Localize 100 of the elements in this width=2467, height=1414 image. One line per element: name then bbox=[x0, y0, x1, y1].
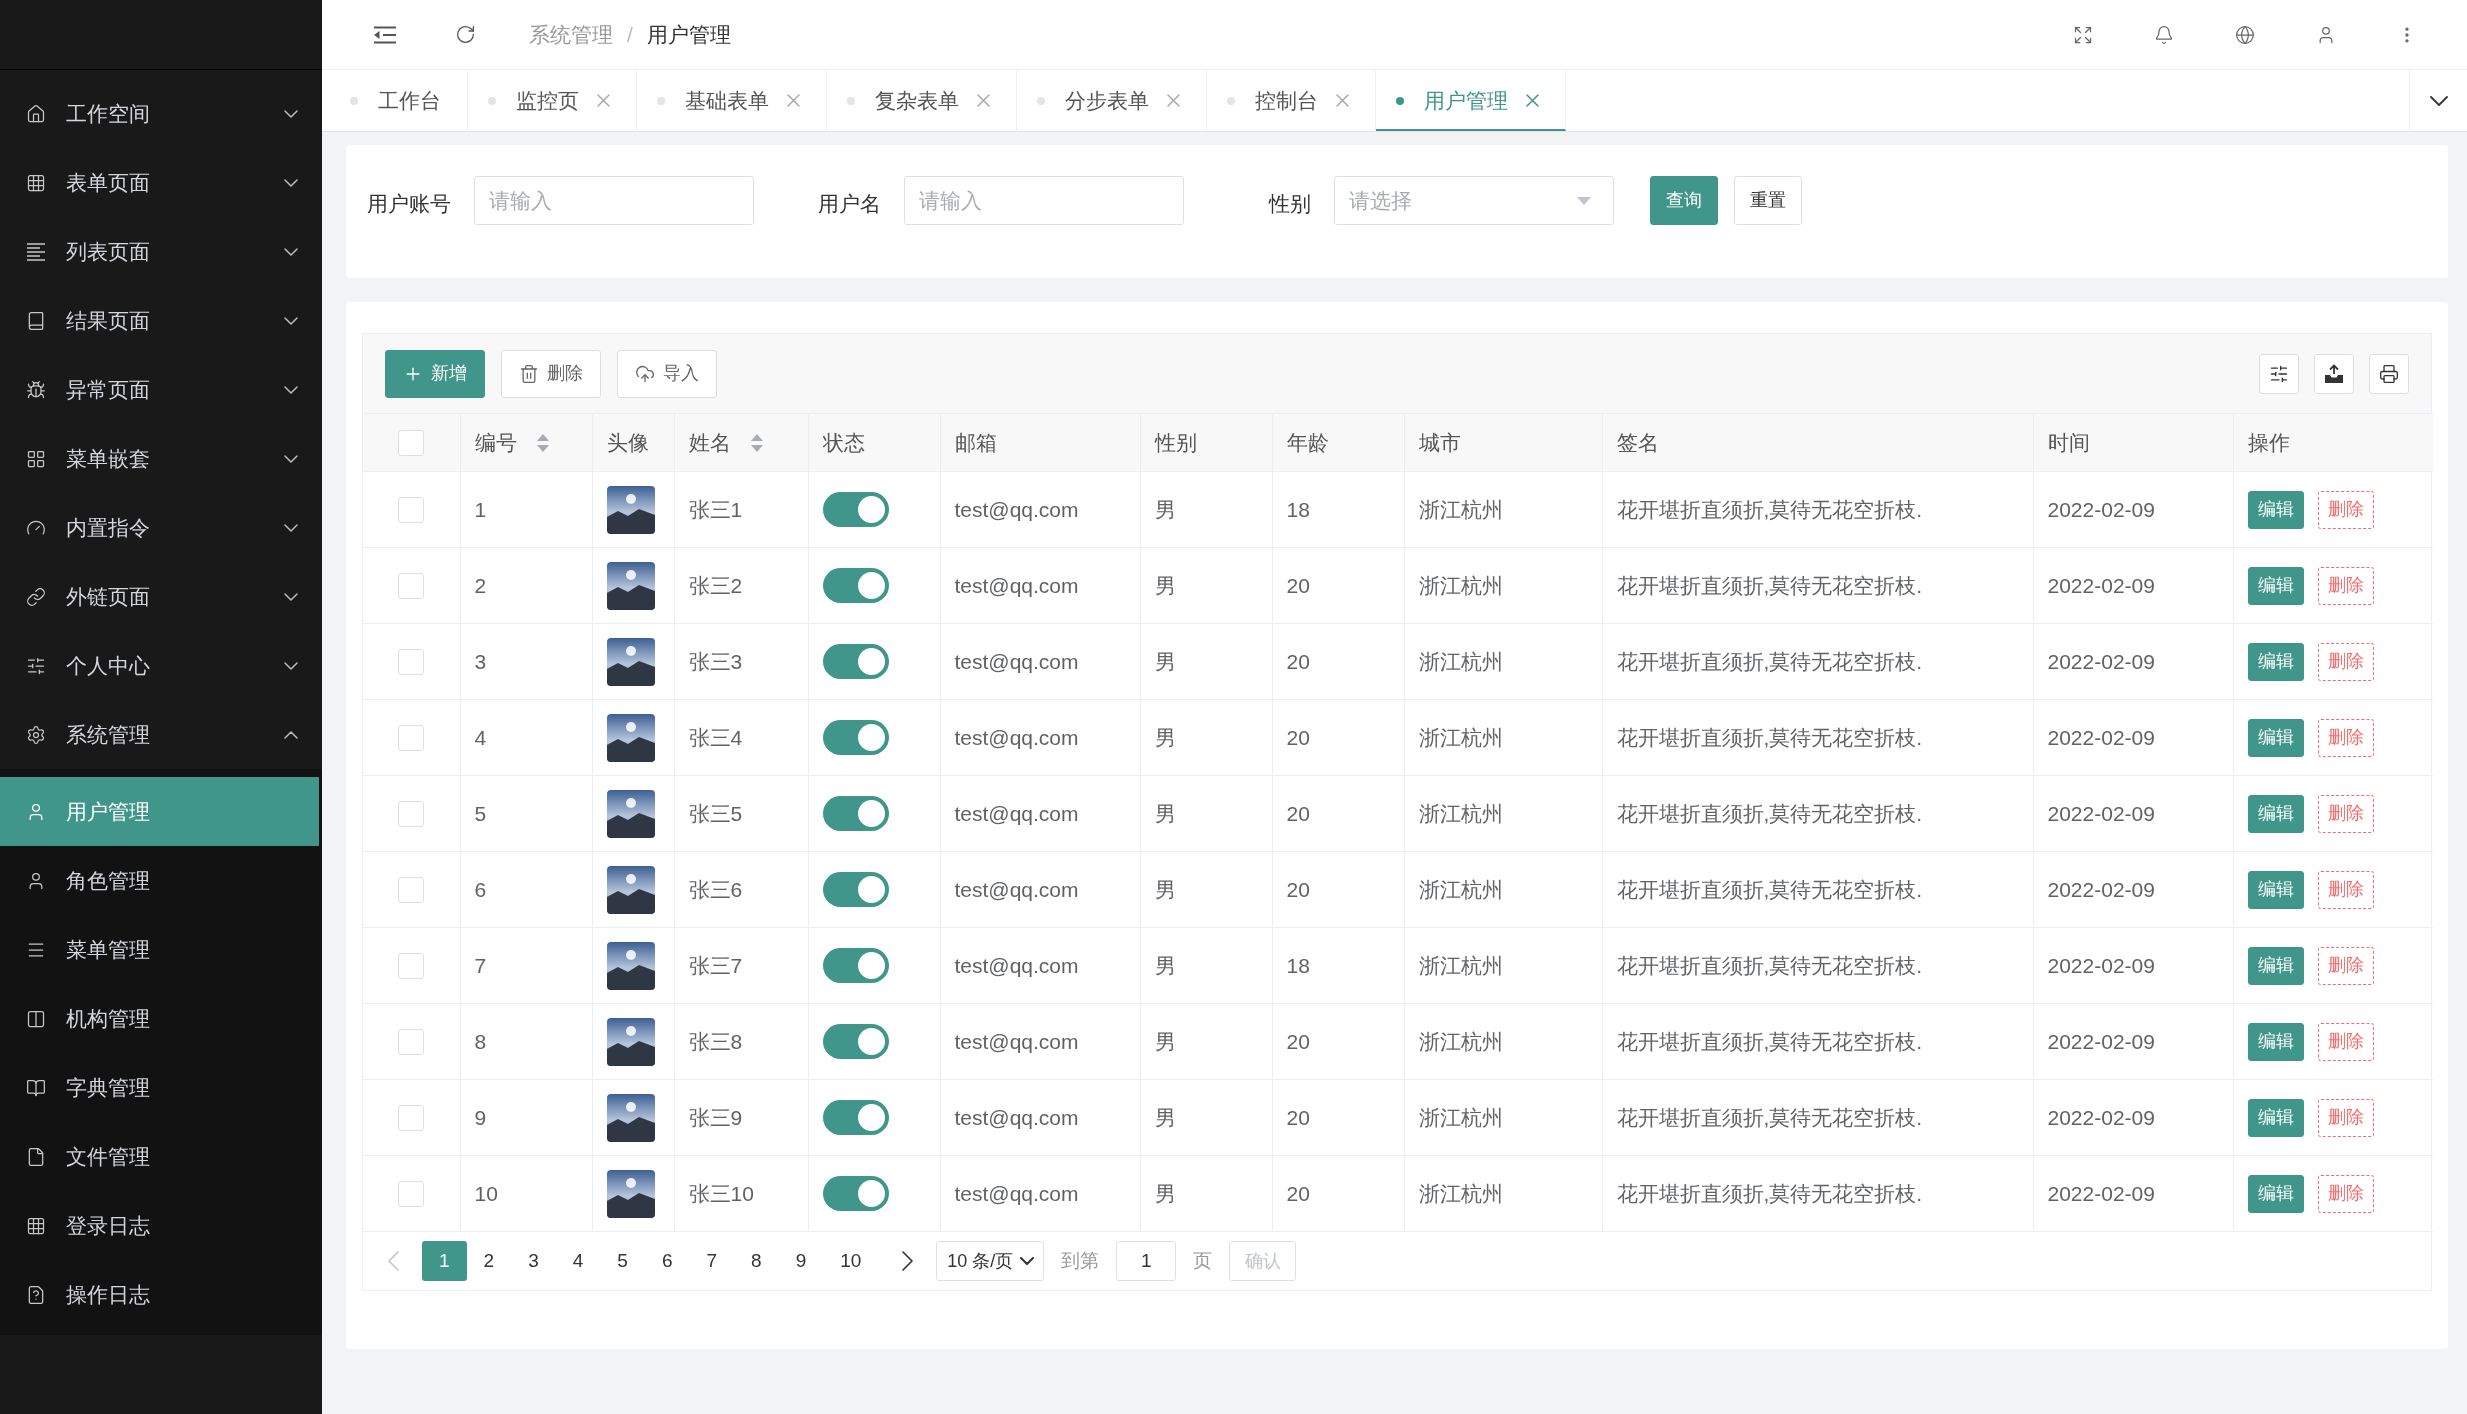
checkbox[interactable] bbox=[398, 572, 425, 599]
page-button[interactable]: 7 bbox=[689, 1241, 735, 1281]
page-button[interactable]: 5 bbox=[600, 1241, 645, 1281]
goto-page-input[interactable]: 1 bbox=[1116, 1241, 1177, 1281]
sidebar-menu-item[interactable]: 异常页面 bbox=[0, 355, 322, 424]
sidebar-menu-item[interactable]: 个人中心 bbox=[0, 631, 322, 700]
close-icon[interactable] bbox=[977, 94, 990, 107]
sidebar-submenu-item[interactable]: 登录日志 bbox=[0, 1191, 319, 1260]
date-text: 2022-02-09 bbox=[2047, 573, 2155, 597]
checkbox[interactable] bbox=[398, 648, 425, 675]
user-id: 7 bbox=[474, 953, 487, 977]
fullscreen-icon[interactable] bbox=[2073, 24, 2093, 45]
sidebar-submenu-item[interactable]: 机构管理 bbox=[0, 984, 319, 1053]
filter-settings-button[interactable] bbox=[2259, 353, 2299, 394]
checkbox[interactable] bbox=[398, 496, 425, 523]
status-switch[interactable] bbox=[822, 644, 889, 679]
page-size-select[interactable]: 10 条/页 bbox=[936, 1241, 1045, 1281]
sidebar-menu-item[interactable]: 系统管理 bbox=[0, 700, 322, 769]
page-button[interactable]: 9 bbox=[778, 1241, 824, 1281]
globe-icon[interactable] bbox=[2235, 24, 2255, 45]
tab[interactable]: 基础表单 bbox=[637, 70, 827, 131]
edit-button[interactable]: 编辑 bbox=[2247, 1022, 2304, 1061]
status-switch[interactable] bbox=[822, 492, 889, 527]
status-switch[interactable] bbox=[822, 1176, 889, 1211]
edit-button[interactable]: 编辑 bbox=[2247, 566, 2304, 605]
edit-button[interactable]: 编辑 bbox=[2247, 642, 2304, 681]
sidebar-menu-item[interactable]: 菜单嵌套 bbox=[0, 424, 322, 493]
close-icon[interactable] bbox=[1336, 94, 1349, 107]
bell-icon[interactable] bbox=[2154, 24, 2174, 45]
print-button[interactable] bbox=[2369, 353, 2409, 394]
sidebar-submenu-item[interactable]: 用户管理 bbox=[0, 777, 319, 846]
page-button[interactable]: 10 bbox=[823, 1241, 879, 1281]
grid-icon bbox=[26, 1215, 46, 1236]
close-icon[interactable] bbox=[787, 94, 800, 107]
page-button[interactable]: 4 bbox=[555, 1241, 601, 1281]
tab[interactable]: 工作台 bbox=[330, 70, 468, 131]
checkbox[interactable] bbox=[398, 429, 425, 456]
input-field[interactable]: 请输入 bbox=[904, 176, 1184, 225]
columns-icon bbox=[26, 1008, 46, 1029]
status-switch[interactable] bbox=[822, 1100, 889, 1135]
tab[interactable]: 监控页 bbox=[468, 70, 637, 131]
status-switch[interactable] bbox=[822, 568, 889, 603]
checkbox[interactable] bbox=[398, 952, 425, 979]
sidebar-menu-item[interactable]: 结果页面 bbox=[0, 286, 322, 355]
checkbox[interactable] bbox=[398, 724, 425, 751]
sidebar-submenu-item[interactable]: 文件管理 bbox=[0, 1122, 319, 1191]
sidebar-submenu-item[interactable]: 菜单管理 bbox=[0, 915, 319, 984]
close-icon[interactable] bbox=[1167, 94, 1180, 107]
sidebar-menu-item[interactable]: 外链页面 bbox=[0, 562, 322, 631]
edit-button[interactable]: 编辑 bbox=[2247, 870, 2304, 909]
edit-button[interactable]: 编辑 bbox=[2247, 490, 2304, 529]
user-name: 张三7 bbox=[688, 953, 743, 977]
edit-button[interactable]: 编辑 bbox=[2247, 1098, 2304, 1137]
edit-button[interactable]: 编辑 bbox=[2247, 946, 2304, 985]
page-button[interactable]: 6 bbox=[644, 1241, 690, 1281]
status-switch[interactable] bbox=[822, 796, 889, 831]
close-icon[interactable] bbox=[1526, 94, 1539, 107]
input-field[interactable]: 请输入 bbox=[474, 176, 754, 225]
sidebar-submenu-item[interactable]: 角色管理 bbox=[0, 846, 319, 915]
sidebar-menu-item[interactable]: 列表页面 bbox=[0, 217, 322, 286]
checkbox[interactable] bbox=[398, 1028, 425, 1055]
search-button[interactable]: 查询 bbox=[1650, 176, 1718, 225]
status-switch[interactable] bbox=[822, 948, 889, 983]
checkbox[interactable] bbox=[398, 1180, 425, 1207]
page-button[interactable]: 3 bbox=[511, 1241, 556, 1281]
menu-fold-icon[interactable] bbox=[374, 25, 396, 44]
edit-button[interactable]: 编辑 bbox=[2247, 718, 2304, 757]
sidebar-menu-item[interactable]: 表单页面 bbox=[0, 148, 322, 217]
delete-button[interactable]: 删除 bbox=[501, 349, 601, 398]
edit-button[interactable]: 编辑 bbox=[2247, 1174, 2304, 1213]
status-switch[interactable] bbox=[822, 872, 889, 907]
page-button[interactable]: 2 bbox=[466, 1241, 512, 1281]
reset-button[interactable]: 重置 bbox=[1734, 176, 1802, 225]
tab[interactable]: 复杂表单 bbox=[827, 70, 1017, 131]
checkbox[interactable] bbox=[398, 1104, 425, 1131]
tab[interactable]: 分步表单 bbox=[1017, 70, 1207, 131]
sidebar-menu-item[interactable]: 内置指令 bbox=[0, 493, 322, 562]
page-button[interactable]: 1 bbox=[422, 1241, 467, 1281]
refresh-icon[interactable] bbox=[455, 24, 476, 45]
signature-text: 花开堪折直须折,莫待无花空折枝. bbox=[1616, 877, 1923, 901]
email-text: test@qq.com bbox=[954, 649, 1079, 673]
page-button[interactable]: 8 bbox=[734, 1241, 779, 1281]
sort-icon[interactable] bbox=[750, 433, 763, 452]
signature-text: 花开堪折直须折,莫待无花空折枝. bbox=[1616, 953, 1923, 977]
sidebar-menu-item[interactable]: 工作空间 bbox=[0, 79, 322, 148]
sidebar-submenu-item[interactable]: 字典管理 bbox=[0, 1053, 319, 1122]
export-button[interactable] bbox=[2314, 353, 2354, 394]
dot-icon bbox=[488, 96, 496, 105]
checkbox[interactable] bbox=[398, 800, 425, 827]
close-icon[interactable] bbox=[597, 94, 610, 107]
user-id: 9 bbox=[474, 1105, 487, 1129]
status-switch[interactable] bbox=[822, 1024, 889, 1059]
status-switch[interactable] bbox=[822, 720, 889, 755]
import-button[interactable]: 导入 bbox=[617, 349, 717, 398]
add-button[interactable]: 新增 bbox=[385, 349, 485, 398]
sidebar-submenu-item[interactable]: 操作日志 bbox=[0, 1260, 319, 1329]
checkbox[interactable] bbox=[398, 876, 425, 903]
edit-button[interactable]: 编辑 bbox=[2247, 794, 2304, 833]
tab[interactable]: 控制台 bbox=[1207, 70, 1376, 131]
sort-icon[interactable] bbox=[536, 433, 549, 452]
